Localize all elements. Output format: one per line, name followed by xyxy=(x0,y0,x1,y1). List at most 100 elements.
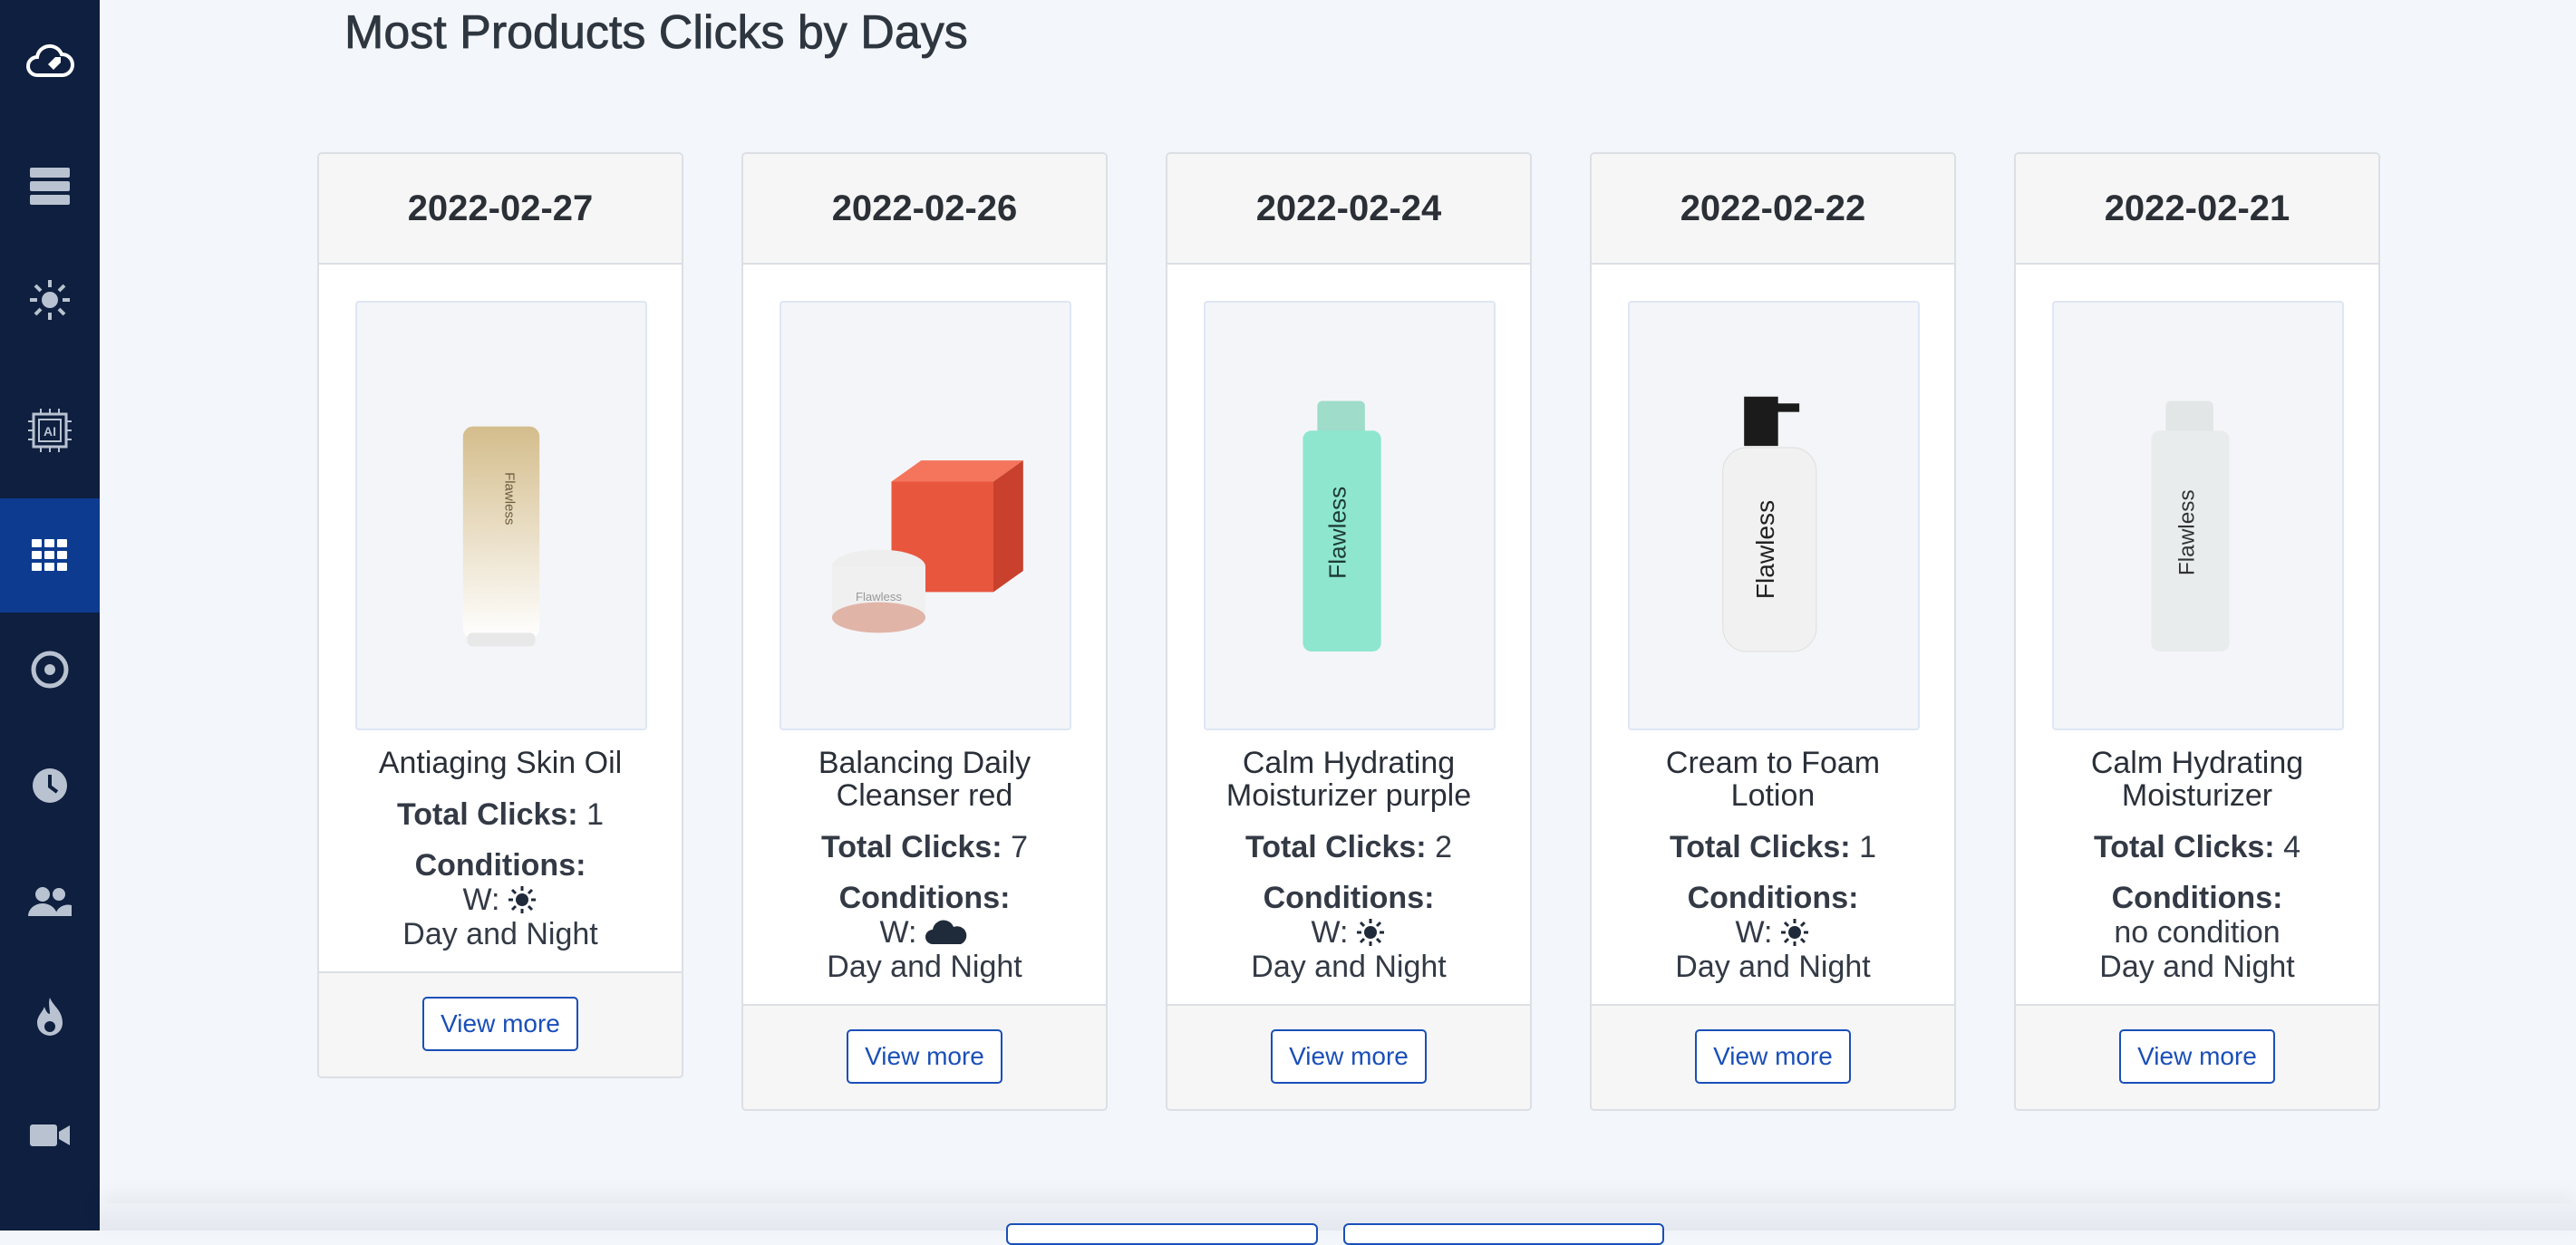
view-more-button[interactable]: View more xyxy=(422,997,578,1051)
svg-text:Flawless: Flawless xyxy=(502,472,518,525)
card-body: Flawless Calm Hydrating Moisturizer purp… xyxy=(1167,265,1530,1004)
card-footer: View more xyxy=(2016,1004,2378,1109)
product-card: 2022-02-21 Flawless Calm Hydrating Moist… xyxy=(2014,152,2380,1111)
view-more-button[interactable]: View more xyxy=(1695,1029,1851,1084)
weather-label: W: xyxy=(462,883,500,917)
view-more-button[interactable]: View more xyxy=(847,1029,1002,1084)
time-of-day: Day and Night xyxy=(1251,950,1447,984)
cloud-tag-icon xyxy=(26,43,74,77)
svg-text:Flawless: Flawless xyxy=(1751,500,1779,599)
card-date: 2022-02-24 xyxy=(1167,154,1530,265)
sidebar-item-videos[interactable] xyxy=(0,1078,100,1192)
total-clicks: Total Clicks: 1 xyxy=(1628,830,1918,864)
product-card: 2022-02-22 Flawless Cream to Foam Lotion… xyxy=(1590,152,1956,1111)
conditions: Conditions: W: Day and Night xyxy=(1204,881,1494,984)
total-clicks: Total Clicks: 1 xyxy=(355,797,645,832)
clicks-value: 4 xyxy=(2283,830,2300,864)
conditions-label: Conditions: xyxy=(1687,881,1859,915)
sun-icon xyxy=(1781,919,1809,946)
card-date: 2022-02-21 xyxy=(2016,154,2378,265)
product-photo: Flawless xyxy=(1303,401,1381,651)
conditions: Conditions: W: Day and Night xyxy=(355,848,645,951)
product-image[interactable]: Flawless xyxy=(355,301,647,730)
svg-text:Flawless: Flawless xyxy=(2174,489,2199,575)
card-date: 2022-02-26 xyxy=(743,154,1106,265)
sun-icon xyxy=(508,886,537,913)
product-photo: Flawless xyxy=(831,460,1023,633)
card-footer: View more xyxy=(319,971,682,1076)
weather-text: no condition xyxy=(2114,915,2281,950)
clicks-value: 2 xyxy=(1435,830,1452,864)
clicks-value: 7 xyxy=(1011,830,1028,864)
card-footer: View more xyxy=(1167,1004,1530,1109)
product-name: Cream to Foam Lotion xyxy=(1665,746,1881,813)
sidebar: AI xyxy=(0,0,100,1231)
server-icon xyxy=(30,168,70,205)
weather-line: W: xyxy=(1204,915,1494,950)
sun-icon xyxy=(1357,919,1385,946)
clicks-value: 1 xyxy=(1859,830,1876,864)
time-of-day: Day and Night xyxy=(1675,950,1871,984)
clicks-label: Total Clicks: xyxy=(820,830,1002,864)
sidebar-item-history[interactable] xyxy=(0,729,100,843)
page-title: Most Products Clicks by Days xyxy=(344,6,969,60)
weather-line: W: xyxy=(1628,915,1918,950)
target-icon xyxy=(31,651,69,689)
sidebar-item-weather[interactable] xyxy=(0,243,100,357)
clicks-label: Total Clicks: xyxy=(1669,830,1851,864)
product-image[interactable]: Flawless xyxy=(1628,301,1920,730)
grid-icon xyxy=(32,539,67,571)
product-name: Calm Hydrating Moisturizer purple xyxy=(1225,746,1472,813)
bottom-button-2[interactable] xyxy=(1343,1223,1664,1245)
sidebar-item-targets[interactable] xyxy=(0,613,100,727)
conditions-label: Conditions: xyxy=(2111,881,2283,915)
view-more-button[interactable]: View more xyxy=(1271,1029,1427,1084)
cloud-icon xyxy=(925,920,967,944)
fire-icon xyxy=(37,998,63,1036)
product-image[interactable]: Flawless xyxy=(780,301,1071,730)
svg-text:Flawless: Flawless xyxy=(1323,487,1351,579)
product-name: Balancing Daily Cleanser red xyxy=(818,746,1031,813)
product-photo: Flawless xyxy=(462,426,540,647)
weather-label: W: xyxy=(1735,915,1773,950)
sun-icon xyxy=(30,280,70,320)
clicks-label: Total Clicks: xyxy=(2093,830,2275,864)
bottom-button-1[interactable] xyxy=(1006,1223,1318,1245)
video-icon xyxy=(30,1124,70,1146)
card-body: Flawless Balancing Daily Cleanser red To… xyxy=(743,265,1106,1004)
card-body: Flawless Calm Hydrating Moisturizer Tota… xyxy=(2016,265,2378,1004)
product-image[interactable]: Flawless xyxy=(2052,301,2344,730)
conditions-label: Conditions: xyxy=(1263,881,1435,915)
sidebar-item-home[interactable] xyxy=(0,5,100,120)
weather-line: W: xyxy=(355,883,645,917)
product-name: Antiaging Skin Oil xyxy=(378,746,623,780)
conditions: Conditions: W: Day and Night xyxy=(780,881,1070,984)
product-image[interactable]: Flawless xyxy=(1204,301,1496,730)
view-more-button[interactable]: View more xyxy=(2119,1029,2275,1084)
clicks-label: Total Clicks: xyxy=(1244,830,1427,864)
product-photo: Flawless xyxy=(1722,396,1817,652)
sidebar-item-servers[interactable] xyxy=(0,129,100,243)
product-photo: Flawless xyxy=(2151,401,2230,651)
sidebar-item-trending[interactable] xyxy=(0,960,100,1075)
product-card: 2022-02-27 Flawless Antiaging Skin Oil T… xyxy=(317,152,683,1078)
total-clicks: Total Clicks: 4 xyxy=(2052,830,2342,864)
card-footer: View more xyxy=(1592,1004,1954,1109)
card-body: Flawless Antiaging Skin Oil Total Clicks… xyxy=(319,265,682,971)
bottom-section xyxy=(100,1203,2576,1231)
conditions-label: Conditions: xyxy=(414,848,586,883)
sidebar-item-users[interactable] xyxy=(0,844,100,959)
sidebar-item-products[interactable] xyxy=(0,498,100,613)
weather-label: W: xyxy=(1311,915,1349,950)
sidebar-item-ai[interactable]: AI xyxy=(0,373,100,487)
card-date: 2022-02-22 xyxy=(1592,154,1954,265)
clock-icon xyxy=(33,768,67,803)
users-icon xyxy=(28,887,72,916)
clicks-label: Total Clicks: xyxy=(396,797,578,832)
conditions-label: Conditions: xyxy=(838,881,1011,915)
weather-label: W: xyxy=(879,915,917,950)
clicks-value: 1 xyxy=(586,797,604,832)
total-clicks: Total Clicks: 2 xyxy=(1204,830,1494,864)
time-of-day: Day and Night xyxy=(827,950,1022,984)
svg-text:AI: AI xyxy=(44,424,56,439)
